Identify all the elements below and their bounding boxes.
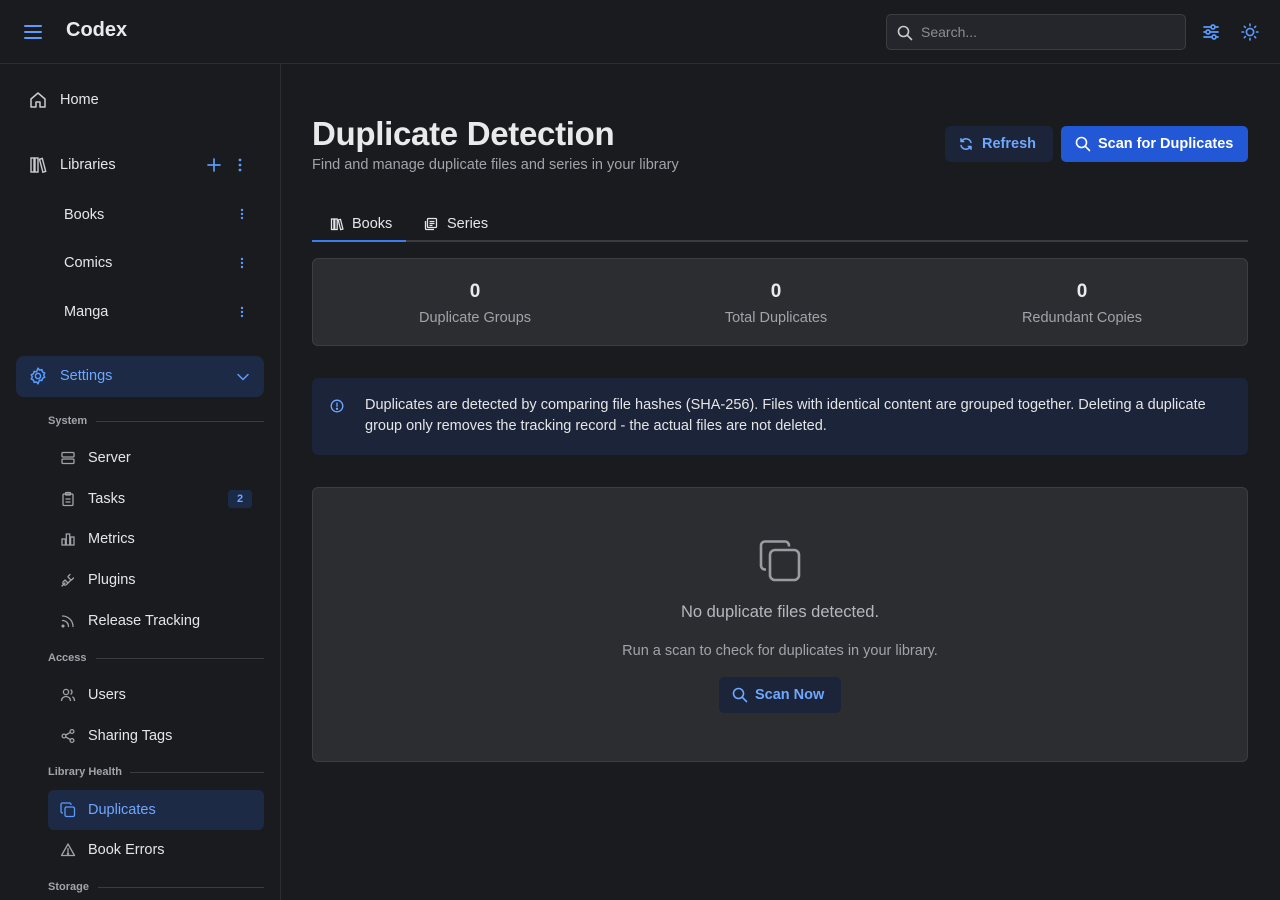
scan-button-label: Scan for Duplicates bbox=[1098, 136, 1234, 152]
series-icon bbox=[424, 217, 438, 231]
library-books-more-icon[interactable] bbox=[234, 205, 250, 223]
sliders-icon[interactable] bbox=[1200, 21, 1222, 43]
clipboard-icon bbox=[60, 491, 76, 507]
search-icon bbox=[897, 25, 913, 41]
section-divider bbox=[98, 887, 264, 888]
library-manga-more-icon[interactable] bbox=[234, 303, 250, 321]
sidebar-item-settings[interactable]: Settings bbox=[16, 356, 264, 397]
section-label-storage: Storage bbox=[48, 881, 89, 893]
sidebar-item-tasks[interactable]: Tasks bbox=[60, 488, 256, 510]
library-item-books[interactable]: Books bbox=[64, 204, 224, 226]
scan-now-label: Scan Now bbox=[755, 687, 825, 703]
sidebar-item-label: Tasks bbox=[88, 491, 126, 507]
library-item-label: Manga bbox=[64, 304, 109, 320]
stat-value-total-duplicates: 0 bbox=[770, 281, 782, 302]
sidebar-item-label: Sharing Tags bbox=[88, 728, 173, 744]
menu-icon[interactable] bbox=[22, 20, 44, 44]
sidebar-item-label: Release Tracking bbox=[88, 613, 201, 629]
gear-icon bbox=[28, 366, 48, 386]
sidebar-item-users[interactable]: Users bbox=[60, 684, 256, 706]
users-icon bbox=[60, 687, 76, 703]
section-label-system: System bbox=[48, 415, 88, 427]
sidebar-item-label: Home bbox=[60, 92, 99, 108]
search-input[interactable] bbox=[921, 15, 1179, 49]
home-icon bbox=[28, 90, 48, 110]
chevron-down-icon bbox=[236, 370, 250, 384]
app-title: Codex bbox=[66, 19, 128, 41]
top-bar: Codex bbox=[0, 0, 1280, 64]
libraries-more-icon[interactable] bbox=[232, 156, 248, 174]
search-box[interactable] bbox=[886, 14, 1186, 50]
sidebar-item-duplicates[interactable]: Duplicates bbox=[48, 790, 264, 830]
sidebar-item-server[interactable]: Server bbox=[60, 447, 256, 469]
sidebar-item-label: Book Errors bbox=[88, 842, 165, 858]
sidebar-item-label: Libraries bbox=[60, 157, 116, 173]
library-item-label: Comics bbox=[64, 255, 113, 271]
library-icon bbox=[28, 155, 48, 175]
sidebar-item-plugins[interactable]: Plugins bbox=[60, 569, 256, 591]
tab-active-indicator bbox=[312, 240, 406, 242]
tab-series[interactable]: Series bbox=[406, 206, 502, 242]
refresh-button-label: Refresh bbox=[982, 136, 1036, 152]
add-library-button[interactable] bbox=[206, 156, 222, 174]
refresh-icon bbox=[959, 137, 973, 151]
info-icon bbox=[330, 399, 344, 413]
server-icon bbox=[60, 450, 76, 466]
books-icon bbox=[330, 217, 344, 231]
stat-label-redundant-copies: Redundant Copies bbox=[1021, 310, 1143, 326]
search-icon bbox=[1075, 136, 1091, 152]
sidebar-item-metrics[interactable]: Metrics bbox=[60, 528, 256, 550]
plug-icon bbox=[60, 572, 76, 588]
sidebar-item-sharing-tags[interactable]: Sharing Tags bbox=[60, 725, 256, 747]
copy-icon bbox=[759, 540, 801, 582]
refresh-button[interactable]: Refresh bbox=[945, 126, 1053, 162]
library-item-label: Books bbox=[64, 207, 105, 223]
sidebar-item-label: Users bbox=[88, 687, 126, 703]
stat-label-duplicate-groups: Duplicate Groups bbox=[418, 310, 532, 326]
sun-icon[interactable] bbox=[1239, 21, 1261, 43]
stat-value-redundant-copies: 0 bbox=[1076, 281, 1088, 302]
search-icon bbox=[732, 687, 748, 703]
rss-icon bbox=[60, 613, 76, 629]
sidebar-item-home[interactable]: Home bbox=[28, 88, 264, 112]
page-title: Duplicate Detection bbox=[312, 115, 615, 152]
library-item-manga[interactable]: Manga bbox=[64, 301, 224, 323]
sidebar-item-label: Duplicates bbox=[88, 802, 156, 818]
scan-now-button[interactable]: Scan Now bbox=[719, 677, 841, 713]
section-label-access: Access bbox=[48, 652, 87, 664]
section-divider bbox=[96, 658, 264, 659]
section-label-library-health: Library Health bbox=[48, 766, 122, 778]
page-subtitle: Find and manage duplicate files and seri… bbox=[312, 157, 679, 173]
stat-label-total-duplicates: Total Duplicates bbox=[724, 310, 828, 326]
sidebar-item-release-tracking[interactable]: Release Tracking bbox=[60, 610, 256, 632]
sidebar-item-book-errors[interactable]: Book Errors bbox=[60, 839, 256, 861]
tab-books[interactable]: Books bbox=[312, 206, 406, 242]
section-divider bbox=[96, 421, 264, 422]
tab-label: Books bbox=[352, 216, 393, 232]
stats-card: 0 Duplicate Groups 0 Total Duplicates 0 … bbox=[312, 258, 1248, 346]
library-item-comics[interactable]: Comics bbox=[64, 252, 224, 274]
section-divider bbox=[130, 772, 264, 773]
scan-for-duplicates-button[interactable]: Scan for Duplicates bbox=[1061, 126, 1248, 162]
copy-icon bbox=[60, 802, 76, 818]
sidebar-item-label: Server bbox=[88, 450, 131, 466]
stat-value-duplicate-groups: 0 bbox=[469, 281, 481, 302]
sidebar: Home Libraries Books Comics Manga Settin… bbox=[0, 64, 281, 900]
empty-state-card: No duplicate files detected. Run a scan … bbox=[312, 487, 1248, 762]
sidebar-item-label: Settings bbox=[60, 368, 113, 384]
library-comics-more-icon[interactable] bbox=[234, 254, 250, 272]
warning-icon bbox=[60, 842, 76, 858]
sidebar-item-libraries[interactable]: Libraries bbox=[28, 153, 264, 177]
info-alert: Duplicates are detected by comparing fil… bbox=[312, 378, 1248, 455]
share-icon bbox=[60, 728, 76, 744]
tab-label: Series bbox=[447, 216, 489, 232]
empty-state-subtitle: Run a scan to check for duplicates in yo… bbox=[622, 643, 938, 659]
info-text: Duplicates are detected by comparing fil… bbox=[365, 397, 1206, 434]
empty-state-title: No duplicate files detected. bbox=[680, 603, 880, 621]
sidebar-item-label: Plugins bbox=[88, 572, 136, 588]
bar-chart-icon bbox=[60, 531, 76, 547]
tasks-count-badge: 2 bbox=[228, 490, 252, 508]
sidebar-item-label: Metrics bbox=[88, 531, 135, 547]
